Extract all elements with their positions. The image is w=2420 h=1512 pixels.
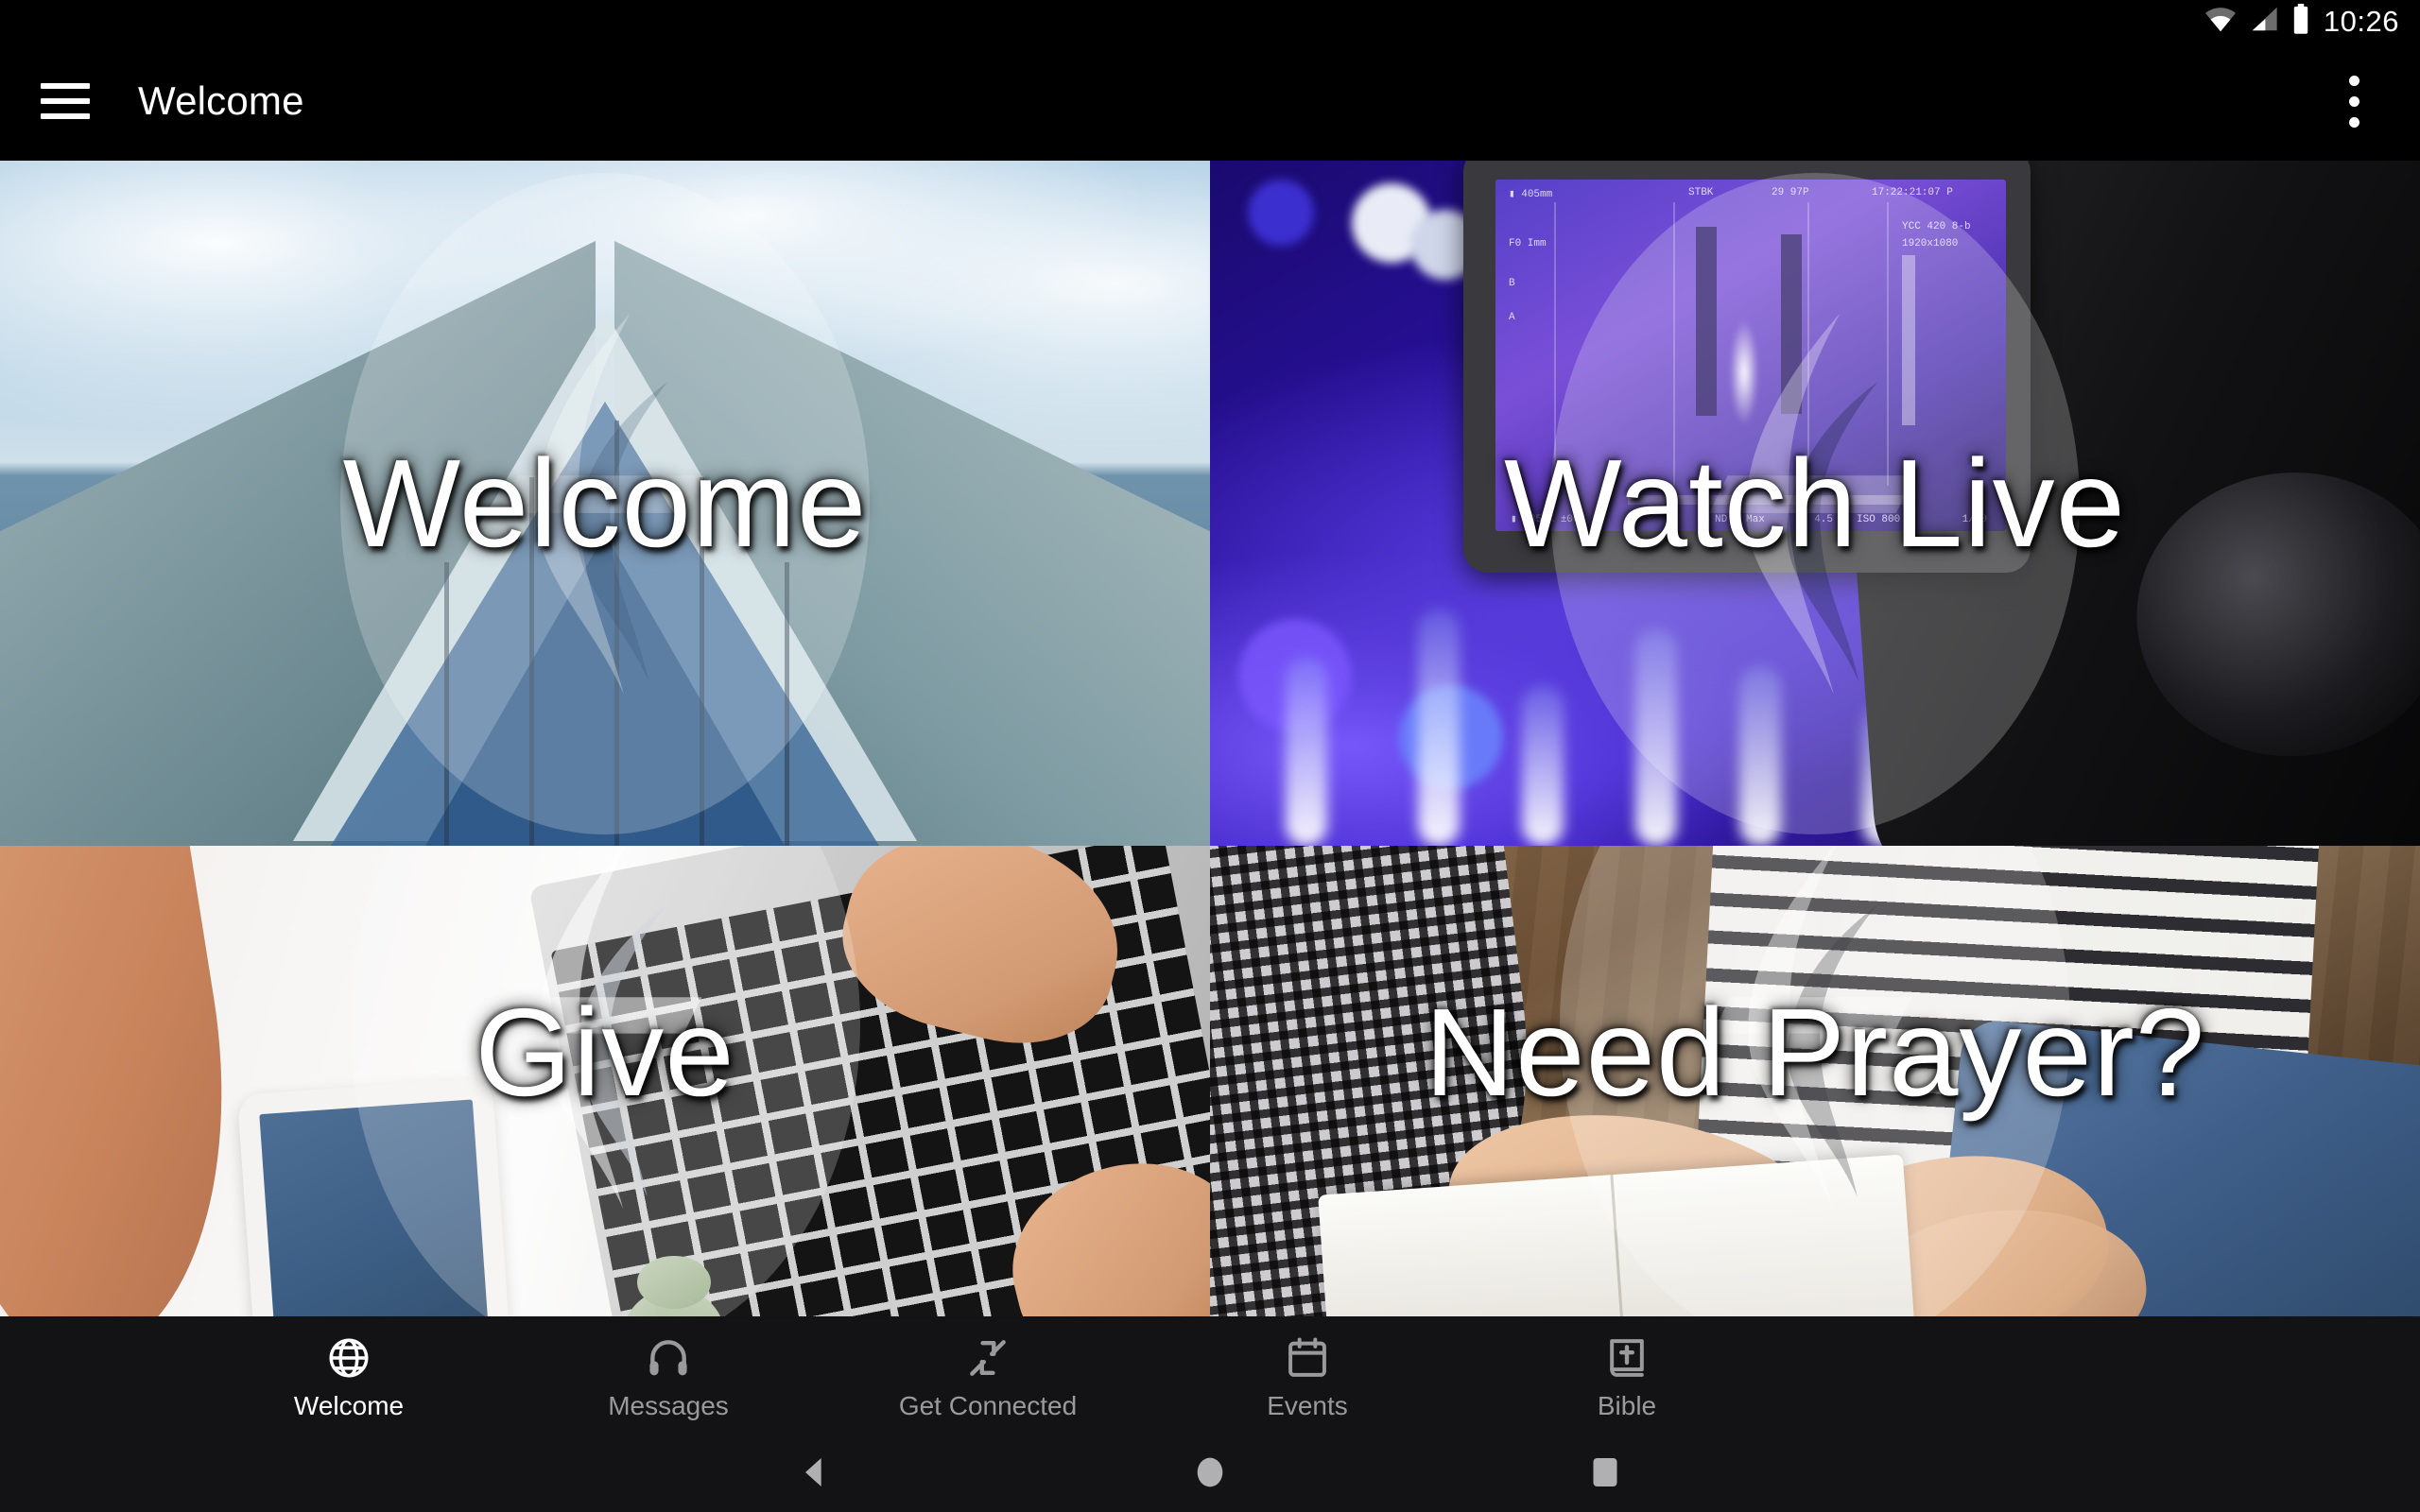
status-clock: 10:26 (2323, 4, 2399, 38)
app-bar: Welcome (0, 42, 2420, 161)
connect-arrows-icon (964, 1332, 1011, 1384)
tile-give[interactable]: Give (0, 846, 1210, 1316)
nav-label-events: Events (1267, 1391, 1348, 1420)
wifi-icon (2204, 6, 2237, 37)
tile-need-prayer[interactable]: Need Prayer? (1210, 846, 2420, 1316)
status-bar: 10:26 (0, 0, 2420, 42)
nav-label-messages: Messages (608, 1391, 729, 1420)
globe-icon (325, 1332, 372, 1384)
nav-item-messages[interactable]: Messages (509, 1332, 828, 1419)
nav-item-bible[interactable]: Bible (1467, 1332, 1787, 1419)
more-vertical-icon[interactable] (2324, 60, 2384, 142)
tile-grid: Welcome ▮ 405mm STBK 29 97P 17:22:21:07 … (0, 161, 2420, 1316)
tile-watch-live-label: Watch Live (1503, 433, 2126, 573)
bottom-navigation-bar: Welcome Messages Get Connected Events Bi… (0, 1316, 2420, 1432)
page-title: Welcome (138, 78, 304, 123)
calendar-icon (1284, 1332, 1331, 1384)
tile-welcome[interactable]: Welcome (0, 161, 1210, 846)
nav-item-welcome[interactable]: Welcome (189, 1332, 509, 1419)
back-button[interactable] (769, 1439, 860, 1505)
hamburger-menu-icon[interactable] (32, 68, 98, 134)
bible-book-icon (1603, 1332, 1651, 1384)
home-button[interactable] (1165, 1439, 1255, 1505)
tile-need-prayer-label: Need Prayer? (1424, 983, 2206, 1123)
cellular-signal-icon (2250, 6, 2278, 37)
headphones-icon (645, 1332, 692, 1384)
android-system-navigation (0, 1432, 2420, 1512)
battery-icon (2291, 3, 2310, 39)
nav-item-events[interactable]: Events (1148, 1332, 1467, 1419)
nav-label-get-connected: Get Connected (898, 1391, 1078, 1420)
nav-label-welcome: Welcome (293, 1391, 405, 1420)
tile-watch-live[interactable]: ▮ 405mm STBK 29 97P 17:22:21:07 P YCC 42… (1210, 161, 2420, 846)
recents-button[interactable] (1560, 1439, 1651, 1505)
nav-item-get-connected[interactable]: Get Connected (828, 1332, 1148, 1419)
tile-welcome-label: Welcome (342, 433, 868, 573)
nav-label-bible: Bible (1597, 1391, 1657, 1420)
tile-give-label: Give (475, 983, 735, 1123)
